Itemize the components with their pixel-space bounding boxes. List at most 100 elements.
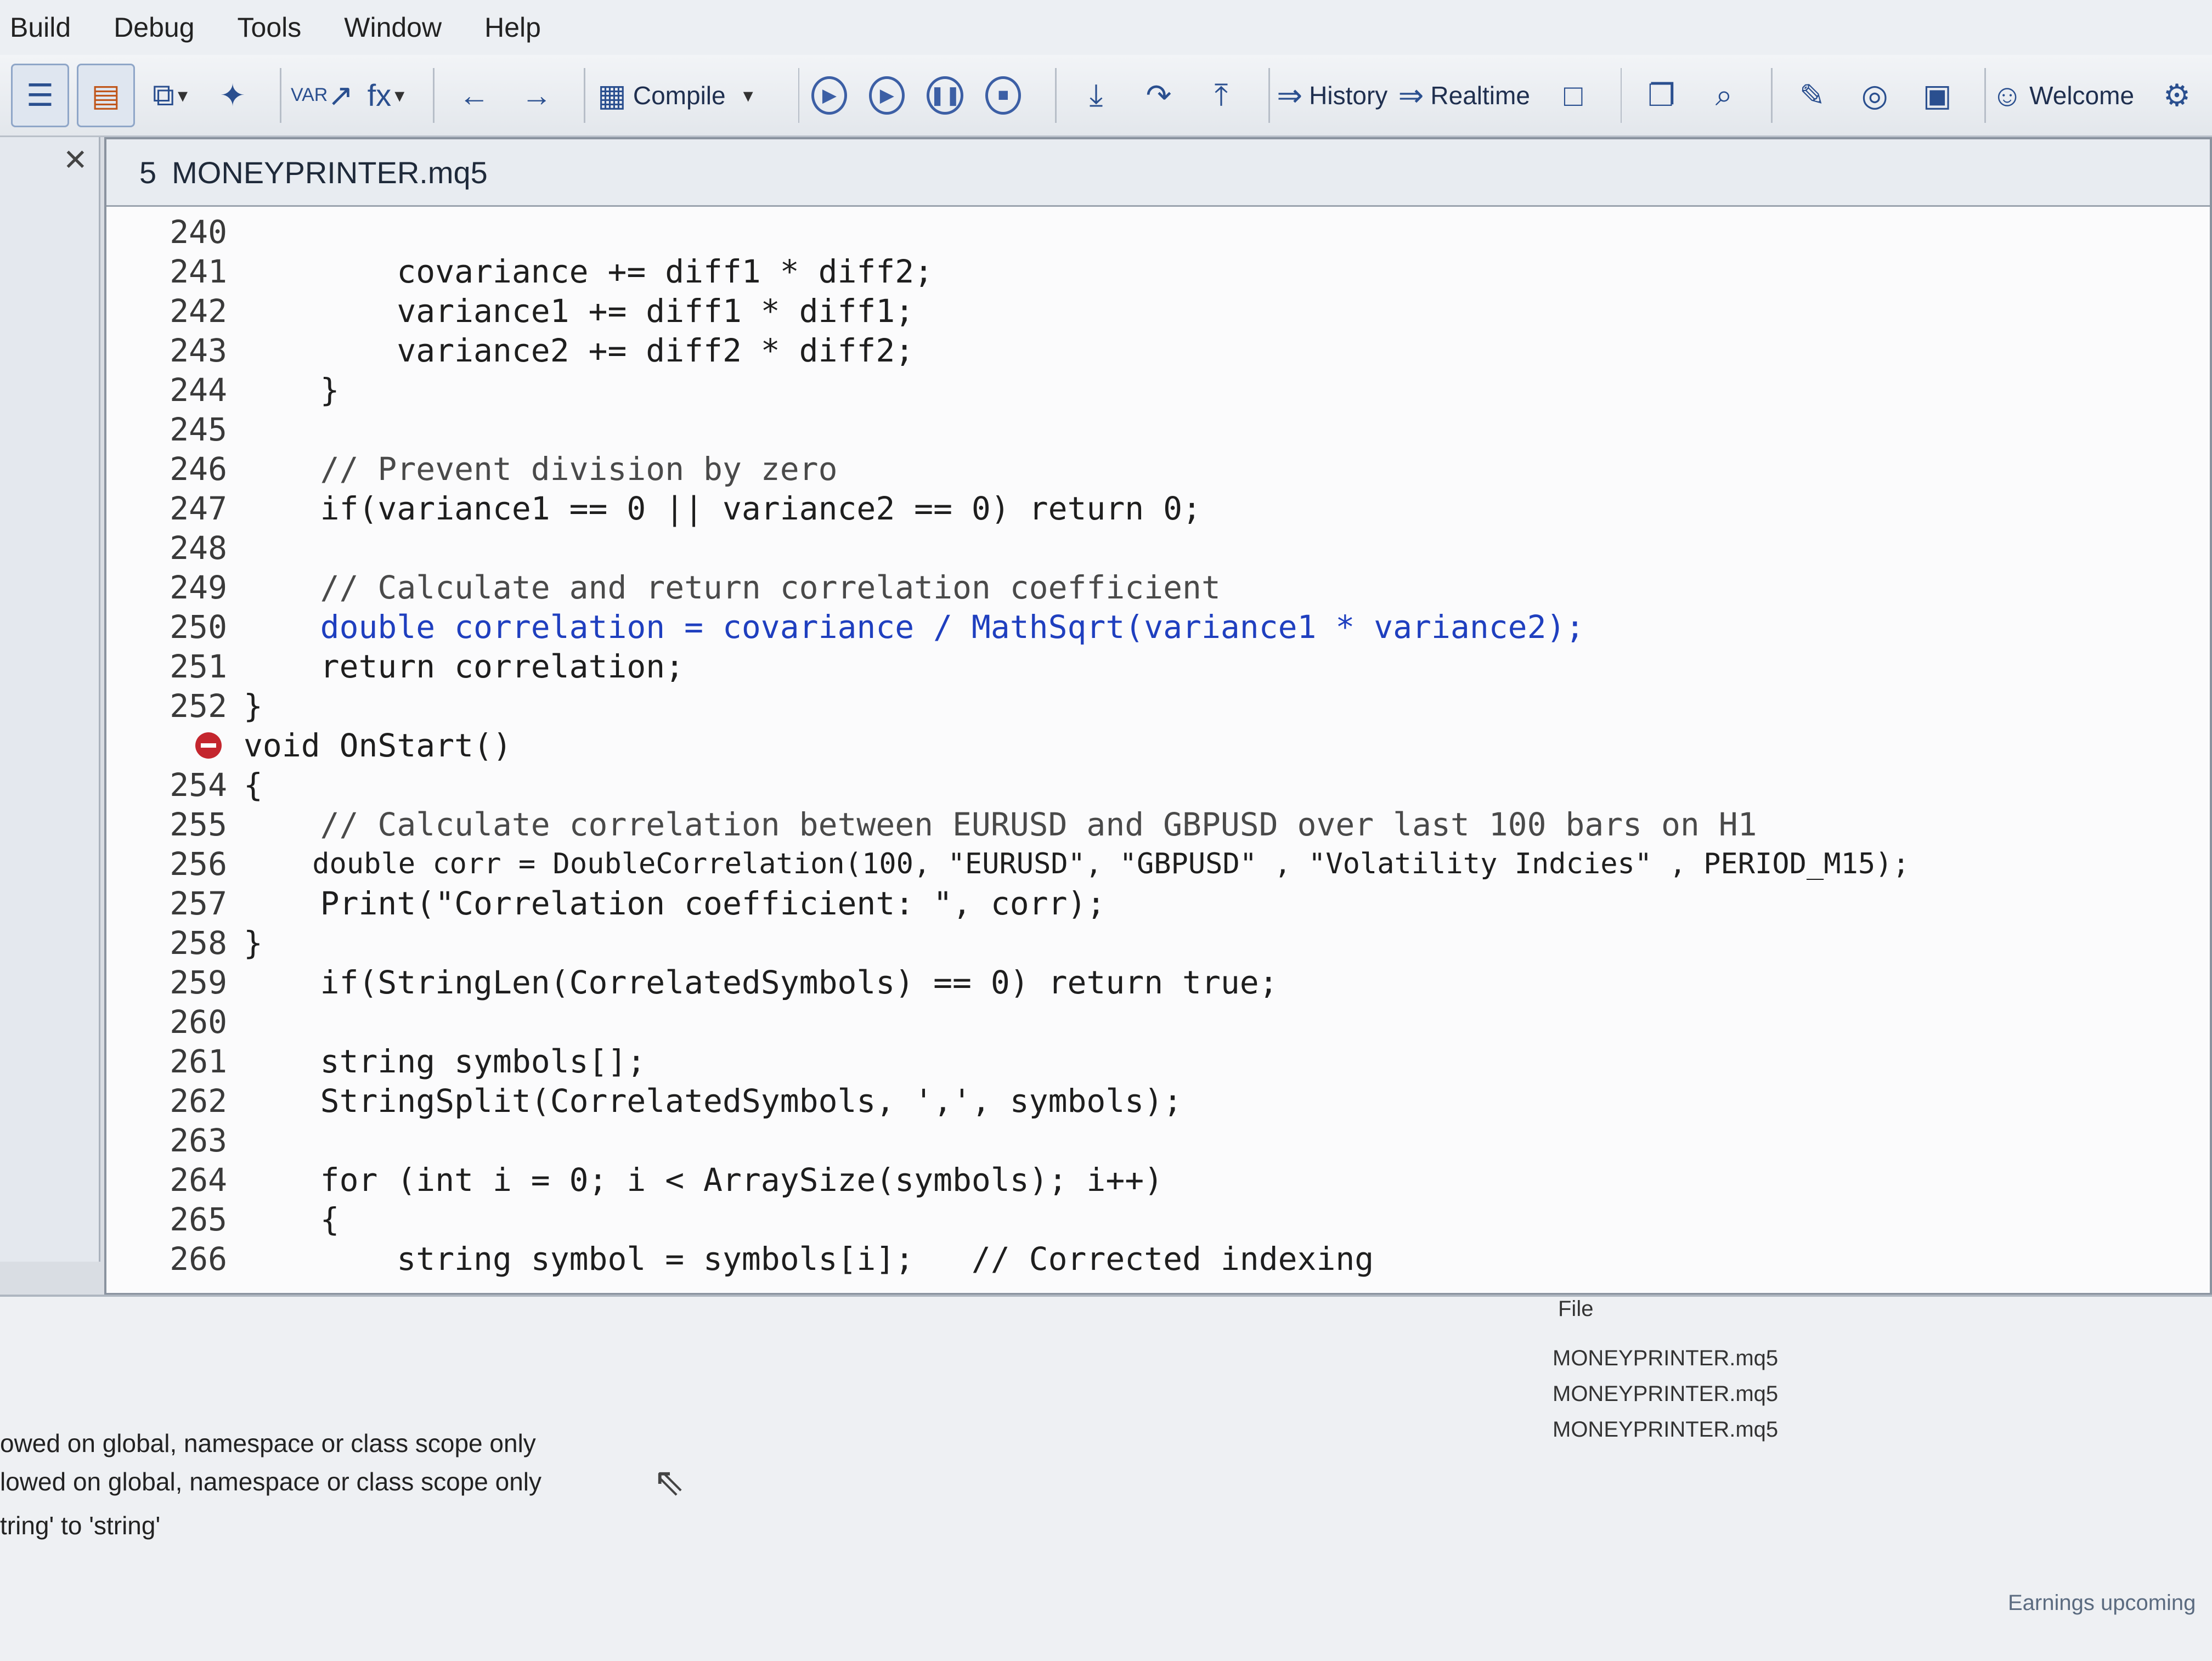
toolbar-separator [798, 67, 800, 123]
compile-button[interactable]: ▦ Compile ▾ [597, 65, 778, 126]
start-history-data-icon[interactable]: ▶ [869, 76, 905, 115]
toolbar-separator [1771, 67, 1773, 123]
code-line: 257 Print("Correlation coefficient: ", c… [106, 884, 2210, 923]
settings-icon[interactable]: ⚙ [2149, 65, 2204, 126]
close-icon[interactable]: ✕ [63, 143, 88, 177]
error-file-cell[interactable]: MONEYPRINTER.mq5 [1553, 1417, 1778, 1442]
menu-bar: Build Debug Tools Window Help [0, 0, 2212, 56]
function-icon[interactable]: fx ▾ [358, 65, 413, 126]
pen-icon[interactable]: ✎ [1785, 65, 1839, 126]
code-line: 259 if(StringLen(CorrelatedSymbols) == 0… [106, 963, 2210, 1002]
code-text: Print("Correlation coefficient: ", corr)… [244, 885, 1106, 922]
editor-tab[interactable]: 5 MONEYPRINTER.mq5 [106, 139, 2210, 207]
file-column-header[interactable]: File [1558, 1297, 1593, 1321]
tab-number: 5 [139, 155, 157, 190]
navigator-toggle-icon[interactable]: ☰ [11, 63, 69, 127]
code-line: 262 StringSplit(CorrelatedSymbols, ',', … [106, 1081, 2210, 1121]
code-text: string symbols[]; [244, 1043, 646, 1080]
chevron-down-icon[interactable]: ▾ [743, 84, 753, 107]
step-into-icon[interactable]: ⤓ [1069, 65, 1124, 126]
wizard-icon[interactable]: ✦ [205, 65, 260, 126]
code-line: 266 string symbol = symbols[i]; // Corre… [106, 1239, 2210, 1279]
code-text: double corr = DoubleCorrelation(100, "EU… [244, 848, 1910, 880]
toolbar-separator [1055, 67, 1057, 123]
breakpoint-icon[interactable] [195, 732, 222, 759]
code-line: 251 return correlation; [106, 647, 2210, 686]
line-number: 259 [170, 964, 227, 1001]
toolbar-separator [1620, 67, 1622, 123]
error-message[interactable]: tring' to 'string' [0, 1511, 160, 1540]
breakpoint-gutter[interactable] [106, 732, 244, 759]
menu-debug[interactable]: Debug [104, 12, 227, 43]
line-number: 252 [170, 687, 227, 725]
error-message[interactable]: owed on global, namespace or class scope… [0, 1428, 536, 1458]
start-real-data-icon[interactable]: ▶ [811, 76, 848, 115]
compile-icon: ▦ [597, 77, 627, 112]
toolbar-separator [1268, 67, 1270, 123]
code-text: StringSplit(CorrelatedSymbols, ',', symb… [244, 1082, 1183, 1120]
error-message[interactable]: lowed on global, namespace or class scop… [0, 1467, 541, 1496]
earnings-status: Earnings upcoming [2008, 1591, 2196, 1615]
code-text: covariance += diff1 * diff2; [244, 253, 934, 290]
code-line: 242 variance1 += diff1 * diff1; [106, 291, 2210, 331]
copy-icon[interactable]: ❐ [1634, 65, 1689, 126]
code-line: 241 covariance += diff1 * diff2; [106, 252, 2210, 291]
find-icon[interactable]: ⌕ [1696, 65, 1751, 126]
code-line: 263 [106, 1121, 2210, 1160]
toolbar-separator [433, 67, 435, 123]
code-line: 260 [106, 1002, 2210, 1042]
code-line: 243 variance2 += diff2 * diff2; [106, 331, 2210, 370]
toolbar-separator [584, 67, 585, 123]
line-number: 251 [170, 648, 227, 685]
code-comment: // Calculate correlation between EURUSD … [244, 806, 1757, 843]
forward-arrow-icon[interactable]: → [509, 65, 564, 126]
code-text: if(variance1 == 0 || variance2 == 0) ret… [244, 490, 1201, 527]
line-number: 241 [170, 253, 227, 290]
toolbox-panel: File MONEYPRINTER.mq5 MONEYPRINTER.mq5 M… [0, 1295, 2212, 1661]
code-line: 258} [106, 923, 2210, 963]
toolbar-separator [280, 67, 281, 123]
menu-build[interactable]: Build [0, 12, 104, 43]
menu-help[interactable]: Help [475, 12, 574, 43]
code-text: { [244, 1201, 340, 1238]
code-line: 248 [106, 528, 2210, 568]
history-button[interactable]: ⇒ History [1277, 65, 1397, 126]
stop-icon[interactable]: ■ [985, 76, 1022, 115]
calendar-icon[interactable]: ▣ [1910, 65, 1965, 126]
realtime-icon: ⇒ [1398, 77, 1424, 112]
line-number: 257 [170, 885, 227, 922]
navigator-panel: ✕ [0, 137, 100, 1262]
line-number: 249 [170, 569, 227, 606]
toolbar-separator [1984, 67, 1986, 123]
toolbox-toggle-icon[interactable]: ▤ [77, 63, 135, 127]
line-number: 256 [170, 845, 227, 883]
toolbar: ☰ ▤ ⧉ ▾ ✦ VAR ↗ fx ▾ ← → ▦ Compile ▾ ▶ ▶ ❚❚… [0, 55, 2212, 137]
realtime-button[interactable]: ⇒ Realtime [1398, 65, 1538, 126]
code-text: } [244, 924, 263, 962]
new-file-icon[interactable]: ⧉ ▾ [143, 65, 198, 126]
step-out-icon[interactable]: ⤒ [1194, 65, 1249, 126]
line-number: 258 [170, 924, 227, 962]
code-line: 245 [106, 410, 2210, 449]
code-area[interactable]: 240 241 covariance += diff1 * diff2; 242… [106, 207, 2210, 1293]
line-number: 247 [170, 490, 227, 527]
code-editor-window: 5 MONEYPRINTER.mq5 240 241 covariance +=… [104, 137, 2212, 1295]
code-line: 256 double corr = DoubleCorrelation(100,… [106, 844, 2210, 884]
history-icon: ⇒ [1277, 77, 1303, 112]
pause-icon[interactable]: ❚❚ [927, 76, 964, 115]
menu-tools[interactable]: Tools [228, 12, 335, 43]
square-icon[interactable]: □ [1546, 65, 1601, 126]
back-arrow-icon[interactable]: ← [447, 65, 501, 126]
welcome-button[interactable]: ☺ Welcome [1991, 65, 2142, 126]
step-over-icon[interactable]: ↷ [1131, 65, 1186, 126]
code-line: 261 string symbols[]; [106, 1042, 2210, 1081]
code-text: } [244, 687, 263, 725]
menu-window[interactable]: Window [334, 12, 475, 43]
globe-icon[interactable]: ◎ [1847, 65, 1902, 126]
error-file-cell[interactable]: MONEYPRINTER.mq5 [1553, 1346, 1778, 1371]
var-icon[interactable]: VAR ↗ [291, 65, 353, 126]
error-file-cell[interactable]: MONEYPRINTER.mq5 [1553, 1382, 1778, 1406]
line-number: 261 [170, 1043, 227, 1080]
mouse-pointer-icon: ⇖ [653, 1460, 685, 1503]
line-number: 260 [170, 1003, 227, 1041]
